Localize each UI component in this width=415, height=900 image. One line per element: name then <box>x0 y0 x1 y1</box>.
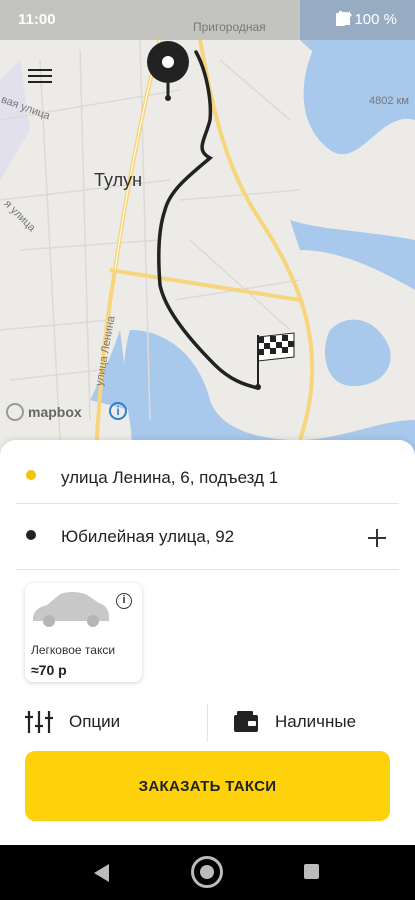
status-time: 11:00 <box>18 11 56 28</box>
options-button[interactable]: Опции <box>25 702 120 742</box>
to-dot-icon <box>26 530 36 540</box>
route-to-row[interactable]: Юбилейная улица, 92 <box>0 506 415 566</box>
tariff-price: ≈70 р <box>31 662 67 678</box>
home-icon[interactable] <box>191 856 223 888</box>
android-nav-bar <box>0 845 415 900</box>
status-icons: 100 % <box>336 11 397 28</box>
payment-button[interactable]: Наличные <box>233 702 356 742</box>
finish-flag-icon <box>255 332 295 390</box>
wallet-icon <box>234 711 258 732</box>
divider <box>16 503 399 504</box>
route-from-row[interactable]: улица Ленина, 6, подъезд 1 <box>0 440 415 500</box>
sliders-icon <box>25 711 53 733</box>
origin-pin-icon[interactable] <box>146 40 190 102</box>
mapbox-attribution: mapbox <box>28 404 82 420</box>
payment-label: Наличные <box>275 712 357 731</box>
order-panel: улица Ленина, 6, подъезд 1 Юбилейная ули… <box>0 440 415 845</box>
map-label-city: Тулун <box>94 170 143 190</box>
map-label-pridorozhnaya: Пригородная <box>193 20 266 34</box>
tariff-name: Легковое такси <box>31 643 116 657</box>
tariff-card[interactable]: i Легковое такси ≈70 р <box>25 583 142 682</box>
route-to-address: Юбилейная улица, 92 <box>61 527 235 546</box>
mapbox-logo-icon <box>6 403 24 421</box>
car-icon <box>33 592 109 627</box>
recent-apps-icon[interactable] <box>304 864 319 879</box>
route-from-address: улица Ленина, 6, подъезд 1 <box>61 468 279 487</box>
map-canvas <box>0 0 415 470</box>
options-divider <box>207 704 208 742</box>
mapbox-logo: mapbox <box>6 403 82 421</box>
from-dot-icon <box>26 470 36 480</box>
divider <box>16 569 399 570</box>
info-icon[interactable]: i <box>109 402 127 420</box>
options-row: Опции Наличные <box>0 702 415 742</box>
order-taxi-button[interactable]: ЗАКАЗАТЬ ТАКСИ <box>25 751 390 821</box>
add-stop-button[interactable] <box>363 524 391 552</box>
map-label-distance: 4802 км <box>369 95 409 107</box>
battery-level: 100 % <box>354 11 397 28</box>
tariff-info-icon[interactable]: i <box>116 593 132 609</box>
options-label: Опции <box>69 712 121 731</box>
map-view[interactable]: 11:00 100 % Пригородная 4802 км вая улиц… <box>0 0 415 470</box>
menu-icon[interactable] <box>28 66 52 86</box>
back-icon[interactable] <box>94 864 109 882</box>
